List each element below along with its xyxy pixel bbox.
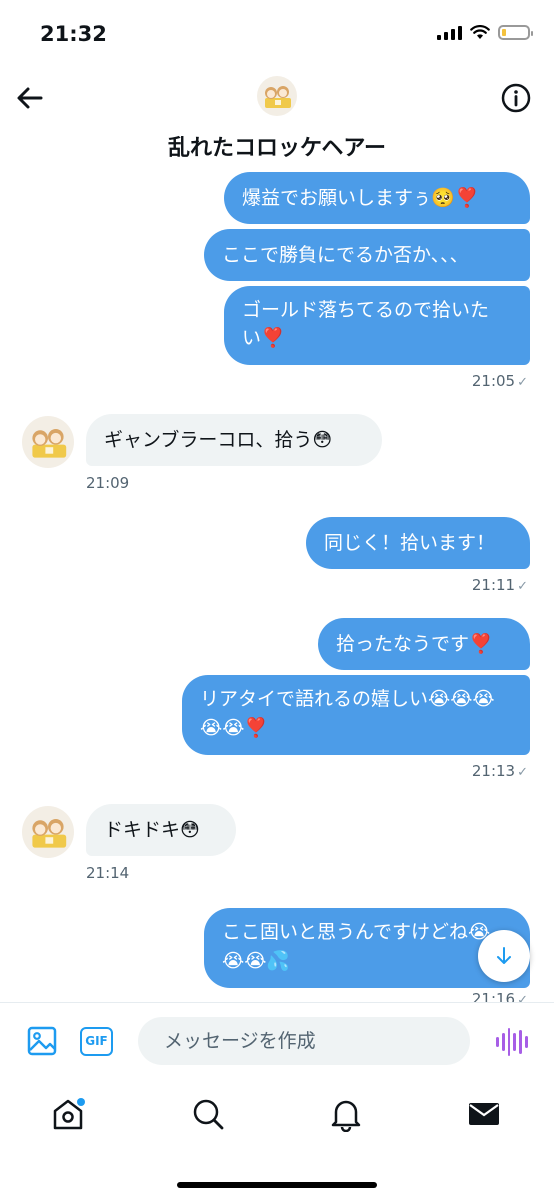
battery-icon <box>498 24 533 40</box>
status-time: 21:32 <box>40 22 107 46</box>
signal-icon <box>437 24 462 40</box>
sender-avatar[interactable] <box>22 416 74 468</box>
scroll-to-bottom-button[interactable] <box>478 930 530 982</box>
message-timestamp: 21:13 ✓ <box>471 762 528 780</box>
message-bubble-sent[interactable]: 爆益でお願いしますぅ🥺❣️ <box>224 172 530 224</box>
message-timestamp: 21:05 ✓ <box>471 372 528 390</box>
message-bubble-received[interactable]: ギャンブラーコロ、拾う😳 <box>86 414 382 466</box>
header-avatar[interactable] <box>257 76 297 116</box>
read-check-icon: ✓ <box>517 765 528 780</box>
home-icon <box>53 1098 85 1130</box>
message-timestamp: 21:09 <box>86 474 130 492</box>
message-bubble-sent[interactable]: 同じく！拾います！ <box>306 517 530 569</box>
home-indicator <box>177 1182 377 1188</box>
search-icon <box>193 1099 224 1130</box>
read-check-icon: ✓ <box>517 375 528 390</box>
message-bubble-sent[interactable]: リアタイで語れるの嬉しい😭😭😭😭😭❣️ <box>182 675 530 755</box>
message-timestamp: 21:16 ✓ <box>472 990 528 1002</box>
avatar-image <box>32 429 67 458</box>
message-timestamp: 21:11 ✓ <box>471 576 528 594</box>
status-icons <box>437 24 533 40</box>
conversation-header: 乱れたコロッケヘアー <box>0 64 554 168</box>
message-input[interactable] <box>138 1017 470 1065</box>
conversation-title: 乱れたコロッケヘアー <box>167 136 387 161</box>
info-icon[interactable] <box>500 82 532 114</box>
message-bubble-received[interactable]: ドキドキ😳 <box>86 804 236 856</box>
status-bar: 21:32 <box>0 0 554 64</box>
tab-search[interactable] <box>190 1096 226 1132</box>
bell-icon <box>331 1100 361 1133</box>
message-composer: GIF <box>0 1002 554 1079</box>
message-timestamp: 21:14 <box>86 864 130 882</box>
arrow-down-icon <box>497 947 511 964</box>
read-check-icon: ✓ <box>517 579 528 594</box>
message-bubble-sent[interactable]: 拾ったなうです❣️ <box>318 618 530 670</box>
tab-notifications[interactable] <box>328 1096 364 1133</box>
gif-button[interactable]: GIF <box>80 1027 113 1056</box>
sender-avatar[interactable] <box>22 806 74 858</box>
avatar-image <box>32 819 67 848</box>
back-arrow-icon[interactable] <box>14 82 46 114</box>
wifi-icon <box>470 24 490 39</box>
read-check-icon: ✓ <box>517 993 528 1002</box>
message-bubble-sent[interactable]: ここで勝負にでるか否か、、、 <box>204 229 530 281</box>
voice-message-button[interactable] <box>496 1027 528 1057</box>
envelope-icon <box>469 1103 499 1125</box>
message-bubble-sent[interactable]: ゴールド落ちてるので拾いたい❣️ <box>224 286 530 365</box>
tab-messages[interactable] <box>466 1096 502 1132</box>
image-icon[interactable] <box>26 1025 58 1057</box>
tab-home[interactable] <box>50 1096 86 1132</box>
avatar-image <box>265 86 291 108</box>
